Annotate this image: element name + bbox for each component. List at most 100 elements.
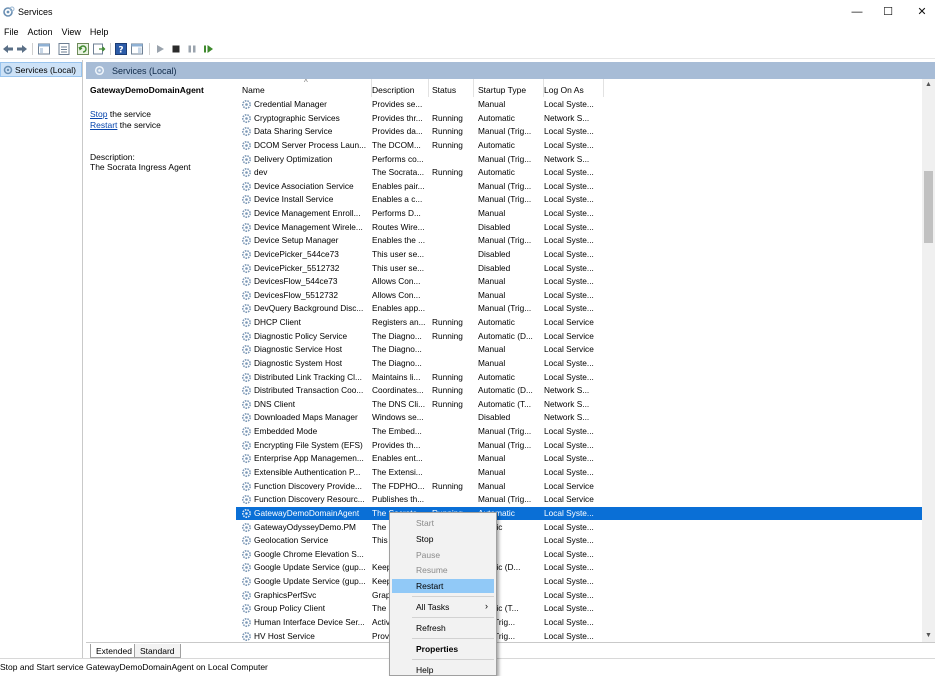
- tab-extended[interactable]: Extended: [90, 644, 138, 658]
- service-row[interactable]: Device Install Service Enables a c... Manu…: [236, 193, 922, 207]
- context-menu-refresh[interactable]: Refresh: [392, 621, 494, 635]
- show-pane-icon[interactable]: [130, 42, 144, 56]
- context-menu-resume[interactable]: Resume: [392, 563, 494, 577]
- help-icon[interactable]: ?: [114, 42, 128, 56]
- column-header-log-on-as[interactable]: Log On As: [544, 79, 604, 97]
- service-row[interactable]: Device Management Wirele... Routes Wire..…: [236, 221, 922, 235]
- console-tree-icon[interactable]: [37, 42, 51, 56]
- tab-standard[interactable]: Standard: [134, 644, 181, 658]
- service-startup-type: Disabled: [478, 262, 511, 273]
- column-header-name[interactable]: ^ Name: [242, 79, 372, 97]
- menu-view[interactable]: View: [58, 24, 86, 37]
- service-description: The DNS Cli...: [372, 398, 426, 409]
- service-row[interactable]: Delivery Optimization Performs co... Manua…: [236, 153, 922, 167]
- submenu-arrow-icon: ›: [485, 601, 488, 611]
- service-startup-type: Manual: [478, 276, 506, 287]
- service-row[interactable]: GraphicsPerfSvcGrapbledLocal Syste...: [236, 589, 922, 603]
- service-gear-icon: [241, 386, 252, 396]
- service-row[interactable]: Device Management Enroll... Performs D...…: [236, 207, 922, 221]
- service-row[interactable]: Google Update Service (gup... Keep omatic …: [236, 561, 922, 575]
- service-row[interactable]: DevicesFlow_544ce73 Allows Con... Manual Lo…: [236, 275, 922, 289]
- service-gear-icon: [241, 617, 252, 627]
- service-row[interactable]: Encrypting File System (EFS) Provides th.…: [236, 439, 922, 453]
- context-menu-restart[interactable]: Restart: [392, 579, 494, 593]
- context-menu-start[interactable]: Start: [392, 516, 494, 530]
- menu-action[interactable]: Action: [24, 24, 58, 37]
- service-row[interactable]: Human Interface Device Ser...Activual (T…: [236, 616, 922, 630]
- service-name: GatewayOdysseyDemo.PM: [254, 521, 356, 532]
- refresh-icon[interactable]: [76, 42, 90, 56]
- scroll-thumb[interactable]: [924, 171, 933, 243]
- minimize-button[interactable]: —: [840, 0, 874, 24]
- scroll-up-icon[interactable]: ▲: [922, 79, 935, 91]
- service-row[interactable]: Geolocation ServiceThisbledLocal Syste..…: [236, 534, 922, 548]
- service-row[interactable]: Enterprise App Managemen... Enables ent..…: [236, 452, 922, 466]
- description-label: Description:: [90, 152, 135, 162]
- service-row[interactable]: Google Update Service (gup...KeepualLoca…: [236, 575, 922, 589]
- stop-icon[interactable]: [169, 42, 183, 56]
- context-menu-properties[interactable]: Properties: [392, 642, 494, 656]
- tree-item-services-local[interactable]: Services (Local): [0, 62, 82, 77]
- context-menu-pause[interactable]: Pause: [392, 548, 494, 562]
- service-row[interactable]: dev The Socrata... Running Automatic Local S…: [236, 166, 922, 180]
- context-menu-all-tasks[interactable]: All Tasks ›: [392, 600, 494, 614]
- vertical-scrollbar[interactable]: ▲ ▼: [922, 79, 935, 642]
- service-row[interactable]: DNS Client The DNS Cli... Running Automatic…: [236, 398, 922, 412]
- pause-icon[interactable]: [185, 42, 199, 56]
- play-icon[interactable]: [153, 42, 167, 56]
- service-startup-type: Manual: [478, 467, 506, 477]
- service-row[interactable]: Device Association Service Enables pair..…: [236, 180, 922, 194]
- service-row[interactable]: Google Chrome Elevation S...ualLocal Sys…: [236, 548, 922, 562]
- service-gear-icon: [241, 481, 252, 491]
- service-row[interactable]: Distributed Link Tracking Cl... Maintains…: [236, 371, 922, 385]
- service-row[interactable]: Diagnostic Service Host The Diagno... Manu…: [236, 343, 922, 357]
- service-description: This user se...: [372, 248, 425, 259]
- column-header-description[interactable]: Description: [371, 79, 429, 97]
- service-row[interactable]: Function Discovery Provide... The FDPHO..…: [236, 480, 922, 494]
- service-row[interactable]: DevicePicker_5512732 This user se... Disab…: [236, 262, 922, 276]
- restart-service-link[interactable]: Restart: [90, 120, 117, 130]
- service-row[interactable]: Extensible Authentication P... The Extens…: [236, 466, 922, 480]
- resume-icon[interactable]: [201, 42, 215, 56]
- service-description: Enables a c...: [372, 194, 423, 205]
- service-description: Coordinates...: [372, 385, 424, 396]
- context-menu-help[interactable]: Help: [392, 663, 494, 676]
- service-row[interactable]: DevicesFlow_5512732 Allows Con... Manual Lo…: [236, 289, 922, 303]
- service-log-on-as: Local Syste...: [544, 357, 594, 368]
- menu-help[interactable]: Help: [86, 24, 114, 37]
- service-row[interactable]: GatewayDemoDomainAgentThe Socrata...Runn…: [236, 506, 922, 521]
- service-row[interactable]: Embedded Mode The Embed... Manual (Trig...…: [236, 425, 922, 439]
- properties-icon[interactable]: [57, 42, 71, 56]
- service-row[interactable]: HV Host ServiceProviual (Trig...Local Sy…: [236, 630, 922, 642]
- service-row[interactable]: Cryptographic Services Provides thr... Run…: [236, 112, 922, 126]
- service-row[interactable]: DHCP Client Registers an... Running Automat…: [236, 316, 922, 330]
- context-menu-stop[interactable]: Stop: [392, 532, 494, 546]
- stop-service-link[interactable]: Stop: [90, 109, 108, 119]
- scroll-down-icon[interactable]: ▼: [922, 630, 935, 642]
- maximize-button[interactable]: ☐: [871, 0, 905, 24]
- service-row[interactable]: GatewayOdysseyDemo.PMThe SomaticLocal Sy…: [236, 521, 922, 535]
- close-button[interactable]: ✕: [905, 0, 935, 24]
- service-row[interactable]: Diagnostic System Host The Diagno... Manua…: [236, 357, 922, 371]
- service-row[interactable]: Downloaded Maps Manager Windows se... Disa…: [236, 411, 922, 425]
- service-gear-icon: [241, 331, 252, 341]
- service-row[interactable]: DCOM Server Process Laun... The DCOM... Ru…: [236, 139, 922, 153]
- service-log-on-as: Local Syste...: [544, 221, 594, 232]
- service-row[interactable]: DevQuery Background Disc... Enables app..…: [236, 302, 922, 316]
- service-row[interactable]: Credential Manager Provides se... Manual Lo…: [236, 98, 922, 112]
- export-list-icon[interactable]: [92, 42, 106, 56]
- service-row[interactable]: Distributed Transaction Coo... Coordinate…: [236, 384, 922, 398]
- column-header-startup-type[interactable]: Startup Type: [478, 79, 544, 97]
- service-row[interactable]: Diagnostic Policy Service The Diagno... Ru…: [236, 330, 922, 344]
- back-icon[interactable]: [1, 42, 15, 56]
- column-header-status[interactable]: Status: [432, 79, 474, 97]
- services-list[interactable]: ^ Name Description Status Startup Type Lo…: [236, 79, 922, 642]
- service-row[interactable]: Device Setup Manager Enables the ... Manua…: [236, 234, 922, 248]
- service-status: [432, 303, 474, 315]
- menu-file[interactable]: File: [0, 24, 24, 37]
- forward-icon[interactable]: [15, 42, 29, 56]
- service-row[interactable]: Data Sharing Service Provides da... Runnin…: [236, 125, 922, 139]
- service-row[interactable]: Function Discovery Resourc... Publishes t…: [236, 493, 922, 507]
- service-row[interactable]: Group Policy Client The s omatic (T... Loca…: [236, 602, 922, 616]
- service-row[interactable]: DevicePicker_544ce73 This user se... Disab…: [236, 248, 922, 262]
